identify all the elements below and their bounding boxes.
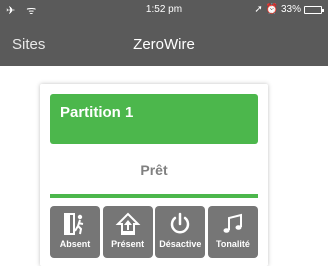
page-title: ZeroWire: [133, 36, 195, 53]
partition-card: Partition 1 Prêt Absent Présent Désactiv…: [40, 84, 268, 266]
battery-icon: [304, 5, 324, 14]
disarm-button[interactable]: Désactive: [155, 206, 206, 258]
present-label: Présent: [111, 239, 145, 249]
battery-percent: 33%: [280, 4, 301, 15]
absent-label: Absent: [59, 239, 91, 249]
chime-button[interactable]: Tonalité: [207, 206, 258, 258]
disarm-label: Désactive: [159, 239, 202, 249]
chime-label: Tonalité: [216, 239, 250, 249]
partition-state: Prêt: [140, 162, 168, 178]
status-bar: ✈ ᯤ 1:52 pm ➚ ⏰ 33%: [0, 0, 328, 20]
nav-bar: Sites ZeroWire: [0, 20, 328, 66]
music-notes-icon: [223, 213, 242, 233]
power-icon: [171, 212, 190, 234]
absent-button[interactable]: Absent: [50, 206, 100, 258]
action-bar: Absent Présent Désactive Tonalité: [50, 206, 258, 258]
present-button[interactable]: Présent: [102, 206, 153, 258]
status-right: ➚ ⏰ 33%: [254, 4, 324, 15]
home-arrow-icon: [115, 212, 141, 235]
location-alarm-icons: ➚ ⏰: [254, 4, 278, 15]
walk-out-door-icon: [64, 213, 84, 235]
status-divider: [50, 194, 258, 198]
partition-header[interactable]: Partition 1: [50, 94, 258, 144]
